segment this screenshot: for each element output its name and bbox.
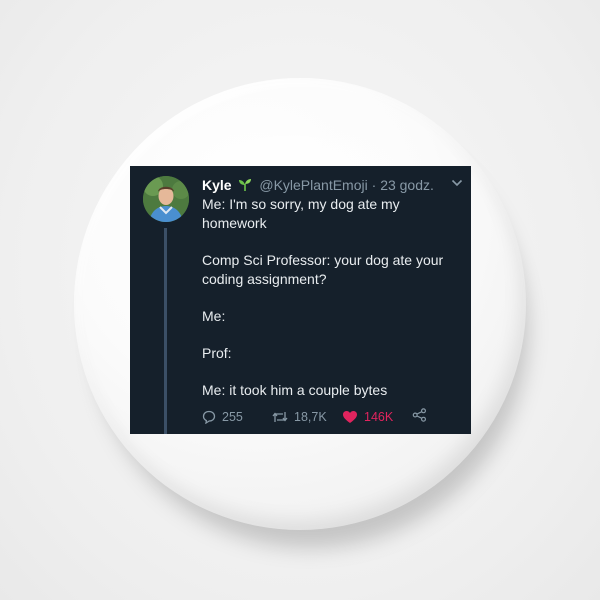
- chevron-down-icon[interactable]: [451, 178, 463, 188]
- share-button[interactable]: [412, 408, 433, 422]
- seedling-icon: [239, 179, 252, 191]
- tweet-line: Me: it took him a couple bytes: [202, 382, 388, 398]
- tweet-header: Kyle @KylePlantEmoji · 23 godz.: [202, 176, 464, 194]
- thread-line: [164, 228, 167, 434]
- reply-button[interactable]: 255: [202, 408, 243, 426]
- product-scene: Kyle @KylePlantEmoji · 23 godz. Me: I'm …: [0, 0, 600, 600]
- tweet-text: Me: I'm so sorry, my dog ate my homework…: [202, 195, 464, 418]
- retweet-count: 18,7K: [294, 410, 327, 424]
- avatar-photo: [143, 176, 189, 222]
- author-name[interactable]: Kyle: [202, 177, 232, 193]
- header-separator: ·: [371, 177, 377, 193]
- reply-icon: [202, 410, 216, 424]
- heart-icon: [343, 411, 357, 423]
- retweet-icon: [272, 412, 288, 422]
- like-count: 146K: [364, 410, 394, 424]
- tweet-actions: 255 18,7K 146K: [202, 408, 464, 426]
- reply-count: 255: [222, 410, 243, 424]
- avatar: [143, 176, 189, 222]
- tweet-timestamp[interactable]: 23 godz.: [380, 177, 434, 193]
- tweet-card: Kyle @KylePlantEmoji · 23 godz. Me: I'm …: [130, 166, 471, 434]
- tweet-line: Me: I'm so sorry, my dog ate my homework: [202, 196, 400, 231]
- tweet-line: Me:: [202, 308, 226, 324]
- tweet-line: Comp Sci Professor: your dog ate your co…: [202, 252, 444, 287]
- author-handle[interactable]: @KylePlantEmoji: [259, 177, 367, 193]
- retweet-button[interactable]: 18,7K: [272, 408, 327, 426]
- like-button[interactable]: 146K: [342, 408, 393, 426]
- share-icon: [412, 408, 427, 422]
- tweet-line: Prof:: [202, 345, 232, 361]
